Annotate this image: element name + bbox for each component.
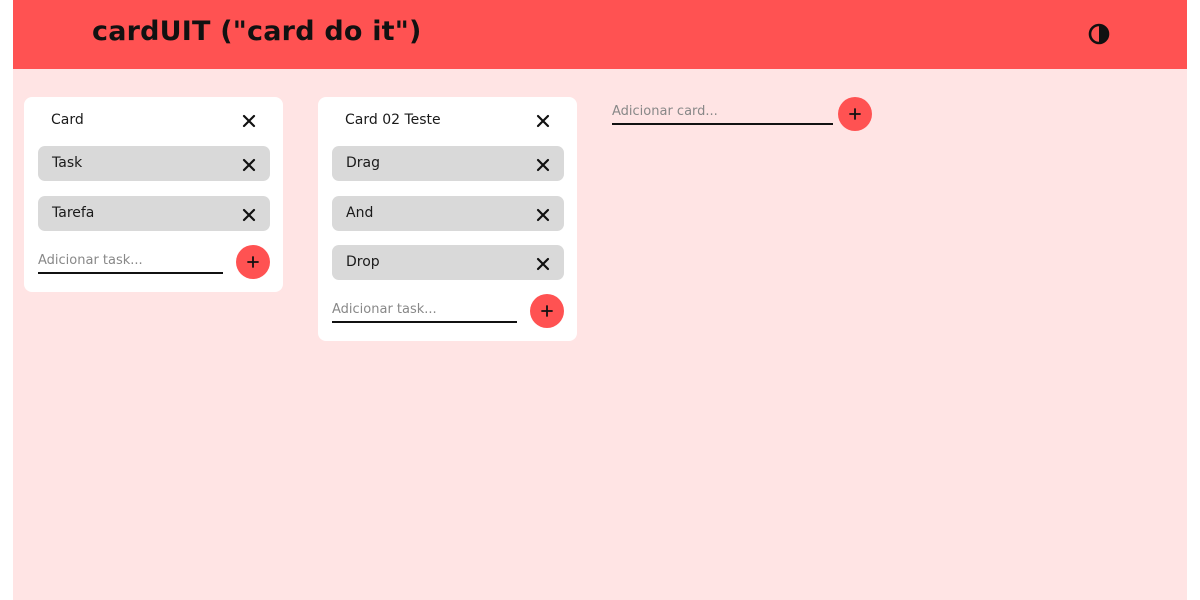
app-board: cardUIT ("card do it") Card Task Tarefa	[13, 0, 1187, 600]
delete-task-button[interactable]	[536, 207, 550, 222]
task-item[interactable]: Task	[38, 146, 270, 181]
close-icon	[242, 158, 256, 172]
add-card-input[interactable]	[612, 104, 833, 125]
close-icon	[536, 114, 550, 128]
delete-task-button[interactable]	[242, 207, 256, 222]
close-icon	[242, 208, 256, 222]
close-icon	[536, 257, 550, 271]
task-item[interactable]: Tarefa	[38, 196, 270, 231]
delete-card-button[interactable]	[242, 113, 256, 128]
add-task-input[interactable]	[38, 253, 223, 274]
task-label: Drag	[346, 155, 381, 171]
close-icon	[536, 208, 550, 222]
card-title: Card 02 Teste	[345, 112, 441, 128]
close-icon	[242, 114, 256, 128]
card-title: Card	[51, 112, 84, 128]
app-header: cardUIT ("card do it")	[13, 0, 1187, 69]
add-card-button[interactable]	[838, 97, 872, 131]
delete-card-button[interactable]	[536, 113, 550, 128]
add-task-button[interactable]	[530, 294, 564, 328]
add-task-input[interactable]	[332, 302, 517, 323]
card-header: Card	[24, 109, 283, 133]
task-label: Drop	[346, 254, 380, 270]
card[interactable]: Card 02 Teste Drag And Drop	[318, 97, 577, 341]
theme-toggle-button[interactable]	[1088, 23, 1110, 45]
app-title: cardUIT ("card do it")	[92, 16, 422, 47]
delete-task-button[interactable]	[536, 157, 550, 172]
plus-icon	[849, 108, 861, 120]
task-label: Tarefa	[52, 205, 95, 221]
task-item[interactable]: Drag	[332, 146, 564, 181]
task-item[interactable]: And	[332, 196, 564, 231]
task-label: And	[346, 205, 374, 221]
delete-task-button[interactable]	[536, 256, 550, 271]
card-header: Card 02 Teste	[318, 109, 577, 133]
add-task-button[interactable]	[236, 245, 270, 279]
task-label: Task	[52, 155, 83, 171]
contrast-icon	[1088, 23, 1110, 45]
card[interactable]: Card Task Tarefa	[24, 97, 283, 292]
task-item[interactable]: Drop	[332, 245, 564, 280]
plus-icon	[247, 256, 259, 268]
plus-icon	[541, 305, 553, 317]
delete-task-button[interactable]	[242, 157, 256, 172]
close-icon	[536, 158, 550, 172]
